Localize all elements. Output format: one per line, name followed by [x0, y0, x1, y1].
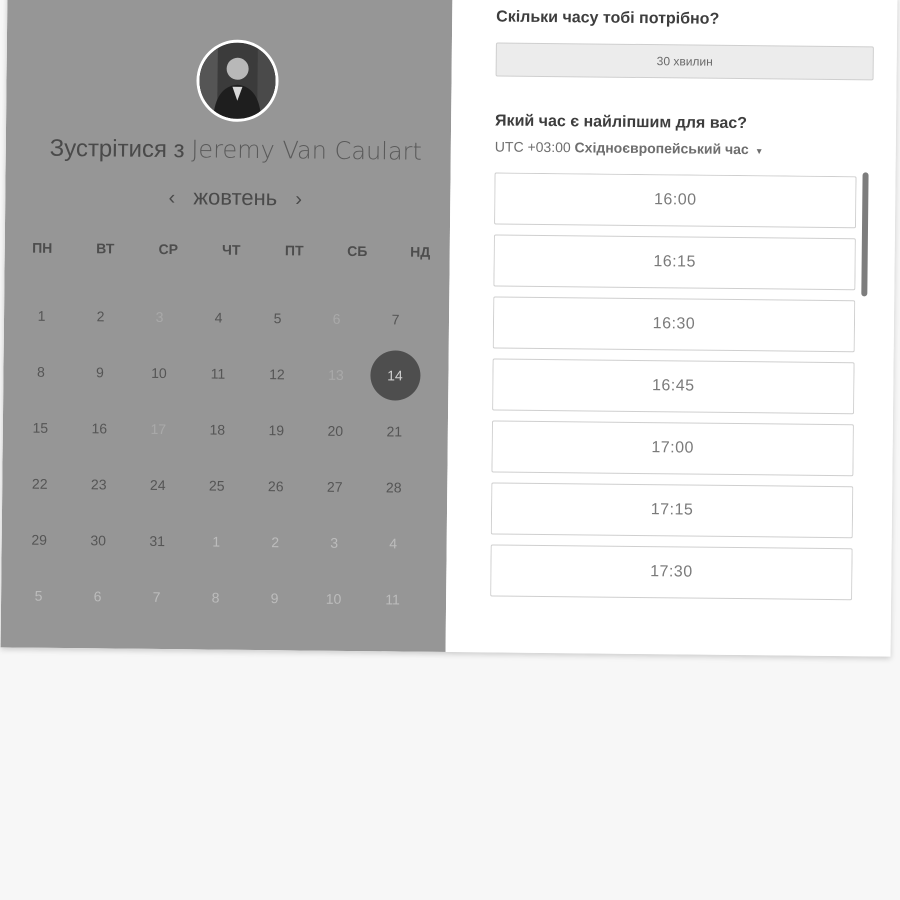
calendar-day[interactable]: 22: [10, 455, 70, 512]
calendar-day[interactable]: 4: [189, 289, 249, 346]
calendar-day[interactable]: 9: [70, 344, 130, 401]
duration-question: Скільки часу тобі потрібно?: [496, 8, 720, 28]
calendar-day[interactable]: 5: [248, 290, 308, 347]
timezone-offset: UTC +03:00: [494, 138, 571, 156]
calendar-day[interactable]: 20: [306, 403, 366, 460]
calendar-day[interactable]: 23: [69, 456, 129, 513]
calendar-day-selected[interactable]: 14: [365, 347, 425, 404]
calendar-grid: 1 2 3 4 5 6 7 8 9 10 11 12 13 14 15 16 1…: [9, 287, 452, 628]
calendar-day-next-month: 4: [389, 535, 398, 552]
next-month-button[interactable]: ›: [283, 188, 314, 210]
caret-down-icon: ▾: [756, 146, 762, 158]
month-label: жовтень: [193, 184, 278, 211]
time-slot-button[interactable]: 16:45: [492, 358, 855, 415]
time-slot-button[interactable]: 17:30: [490, 544, 853, 601]
prev-month-button[interactable]: ‹: [156, 187, 187, 209]
calendar-day[interactable]: 2: [71, 288, 131, 345]
slot-list-scrollbar[interactable]: [861, 172, 869, 297]
host-photo: [199, 42, 276, 120]
calendar-day[interactable]: 15: [11, 399, 71, 456]
calendar-panel: Зустрітися з Jeremy Van Caulart ‹ жовтен…: [0, 0, 453, 652]
calendar-day-disabled: 3: [155, 308, 164, 326]
calendar-day[interactable]: 29: [9, 511, 69, 568]
calendar-day[interactable]: 31: [127, 513, 187, 570]
calendar-day[interactable]: 27: [305, 459, 365, 516]
duration-select[interactable]: 30 хвилин: [495, 42, 874, 81]
calendar-day[interactable]: 21: [365, 403, 425, 460]
calendar-day-next-month: 5: [34, 587, 43, 604]
page-title: Зустрітися з Jeremy Van Caulart: [6, 133, 466, 167]
calendar-day[interactable]: 10: [129, 345, 189, 402]
time-slot-button[interactable]: 16:00: [494, 172, 857, 229]
calendar-day-next-month: 11: [385, 591, 400, 608]
calendar-day[interactable]: 19: [247, 402, 307, 459]
calendar-day[interactable]: 16: [70, 400, 130, 457]
calendar-day[interactable]: 28: [364, 459, 424, 516]
calendar-day-next-month: 1: [212, 533, 221, 550]
time-question: Який час є найліпшим для вас?: [495, 112, 748, 133]
calendar-day-next-month: 10: [325, 590, 342, 607]
booking-card: Зустрітися з Jeremy Van Caulart ‹ жовтен…: [0, 0, 898, 657]
calendar-day-disabled: 6: [332, 310, 341, 327]
calendar-day-next-month: 6: [93, 588, 102, 605]
weekday-label: СР: [158, 240, 179, 258]
calendar-day[interactable]: 26: [246, 458, 306, 515]
weekday-label: ПН: [32, 239, 53, 256]
calendar-day[interactable]: 18: [188, 401, 248, 458]
timezone-select[interactable]: UTC +03:00 Східноєвропейський час ▾: [495, 138, 762, 157]
calendar-day-disabled: 13: [328, 366, 344, 383]
calendar-day-next-month: 8: [211, 589, 220, 606]
time-slot-button[interactable]: 16:30: [492, 296, 856, 353]
calendar-day[interactable]: 8: [11, 343, 71, 400]
time-slot-button[interactable]: 16:15: [493, 234, 856, 291]
time-slot-button[interactable]: 17:15: [490, 482, 854, 539]
calendar-day-disabled: 17: [150, 420, 167, 438]
weekday-label: НД: [410, 243, 431, 260]
calendar-day[interactable]: 30: [68, 512, 128, 569]
calendar-day[interactable]: 1: [12, 287, 72, 344]
calendar-day-next-month: 3: [330, 534, 339, 551]
weekday-label: ЧТ: [221, 241, 241, 258]
calendar-day[interactable]: 24: [128, 457, 188, 514]
time-slot-button[interactable]: [490, 606, 853, 609]
time-slot-list: 16:00 16:15 16:30 16:45 17:00 17:15 17:3…: [490, 172, 857, 609]
calendar-day-next-month: 2: [271, 534, 280, 551]
booking-panel: Скільки часу тобі потрібно? 30 хвилин Як…: [445, 0, 898, 657]
calendar-day[interactable]: 7: [366, 291, 426, 348]
calendar-day[interactable]: 11: [188, 345, 248, 402]
title-prefix: Зустрітися з: [49, 134, 185, 164]
calendar-day-next-month: 7: [152, 588, 161, 605]
weekday-header: ПН ВТ СР ЧТ ПТ СБ НД: [11, 239, 451, 260]
host-name: Jeremy Van Caulart: [191, 135, 423, 166]
weekday-label: ВТ: [96, 240, 115, 257]
calendar-day-next-month: 9: [270, 590, 279, 607]
avatar: [196, 39, 279, 123]
calendar-day[interactable]: 12: [247, 346, 307, 403]
month-navigation: ‹ жовтень ›: [5, 182, 465, 213]
calendar-day[interactable]: 25: [187, 457, 247, 514]
timezone-name: Східноєвропейський час: [574, 139, 749, 158]
weekday-label: ПТ: [284, 242, 304, 259]
time-slot-button[interactable]: 17:00: [491, 420, 854, 477]
weekday-label: СБ: [347, 242, 368, 260]
